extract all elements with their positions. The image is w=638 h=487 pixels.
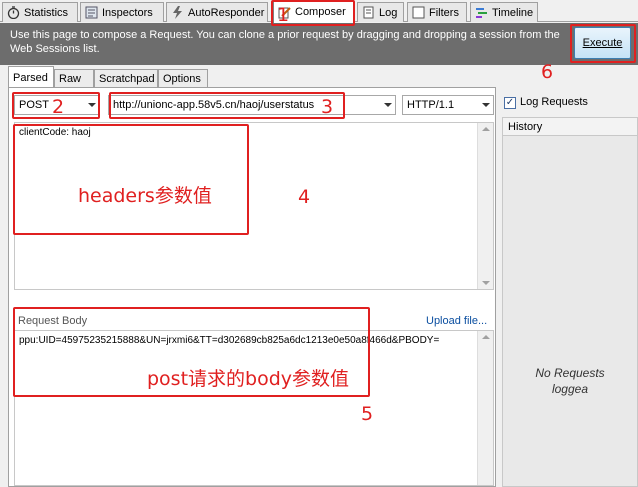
upload-file-link[interactable]: Upload file...: [426, 315, 487, 327]
chevron-down-icon[interactable]: [482, 103, 490, 107]
top-tab-bar: Statistics Inspectors AutoResponder Comp…: [0, 0, 638, 23]
tab-label: Log: [379, 6, 398, 19]
protocol-value: HTTP/1.1: [407, 99, 455, 111]
subtab-options[interactable]: Options: [158, 69, 208, 87]
tab-log[interactable]: Log: [357, 2, 404, 22]
no-requests-line1: No Requests: [535, 366, 605, 380]
request-body-textarea[interactable]: ppu:UID=45975235215888&UN=jrxmi6&TT=d302…: [14, 330, 494, 486]
method-value: POST: [19, 99, 49, 111]
history-header: History: [503, 118, 637, 136]
url-input[interactable]: http://unionc-app.58v5.cn/haoj/userstatu…: [108, 95, 396, 115]
lightning-icon: [173, 6, 182, 19]
tab-inspectors[interactable]: Inspectors: [80, 2, 164, 22]
subtab-parsed[interactable]: Parsed: [8, 66, 54, 88]
annotation-number-6: 6: [541, 61, 554, 83]
url-value: http://unionc-app.58v5.cn/haoj/userstatu…: [113, 99, 315, 111]
tab-timeline[interactable]: Timeline: [470, 2, 538, 22]
headers-scrollbar[interactable]: [477, 123, 493, 289]
right-pane: ✓ Log Requests History No Requests logge…: [500, 92, 638, 487]
chevron-down-icon[interactable]: [384, 103, 392, 107]
tab-label: AutoResponder: [188, 6, 265, 19]
no-requests-message: No Requests loggea: [503, 365, 637, 397]
check-icon: ✓: [505, 97, 515, 108]
info-text: Use this page to compose a Request. You …: [10, 29, 560, 55]
request-body-value: ppu:UID=45975235215888&UN=jrxmi6&TT=d302…: [19, 335, 440, 346]
request-body-label: Request Body: [18, 315, 88, 327]
timeline-icon: [476, 8, 487, 18]
tab-label: Statistics: [24, 6, 69, 19]
tab-label: Inspectors: [102, 6, 153, 19]
chevron-down-icon[interactable]: [88, 103, 96, 107]
tab-label: Timeline: [492, 6, 534, 19]
checkbox-icon: [412, 6, 425, 19]
execute-button[interactable]: Execute: [574, 27, 631, 59]
tab-statistics[interactable]: Statistics: [2, 2, 78, 22]
annotation-number-5: 5: [361, 403, 374, 425]
tab-autoresponder[interactable]: AutoResponder: [166, 2, 268, 22]
composer-panel: POST http://unionc-app.58v5.cn/haoj/user…: [8, 87, 496, 487]
tab-label: Filters: [429, 6, 459, 19]
headers-annotation-text: headers参数值: [78, 185, 212, 207]
subtab-raw[interactable]: Raw: [54, 69, 94, 87]
headers-value: clientCode: haoj: [19, 127, 91, 138]
annotation-number-4: 4: [298, 186, 311, 208]
body-scrollbar[interactable]: [477, 331, 493, 485]
subtab-scratchpad[interactable]: Scratchpad: [94, 69, 158, 87]
annotation-number-2: 2: [52, 96, 65, 118]
info-bar: Use this page to compose a Request. You …: [0, 23, 638, 65]
annotation-number-3: 3: [321, 96, 334, 118]
protocol-select[interactable]: HTTP/1.1: [402, 95, 494, 115]
inspect-icon: [85, 6, 98, 19]
log-requests-label: Log Requests: [520, 96, 588, 108]
annotation-number-1: 1: [277, 4, 290, 26]
log-icon: [363, 6, 374, 19]
log-requests-checkbox[interactable]: ✓: [504, 97, 516, 109]
history-list[interactable]: History No Requests loggea: [502, 117, 638, 487]
tab-filters[interactable]: Filters: [407, 2, 467, 22]
tab-label: Composer: [295, 6, 346, 18]
body-annotation-text: post请求的body参数值: [147, 368, 350, 390]
no-requests-line2: loggea: [551, 382, 589, 396]
stopwatch-icon: [7, 6, 20, 19]
